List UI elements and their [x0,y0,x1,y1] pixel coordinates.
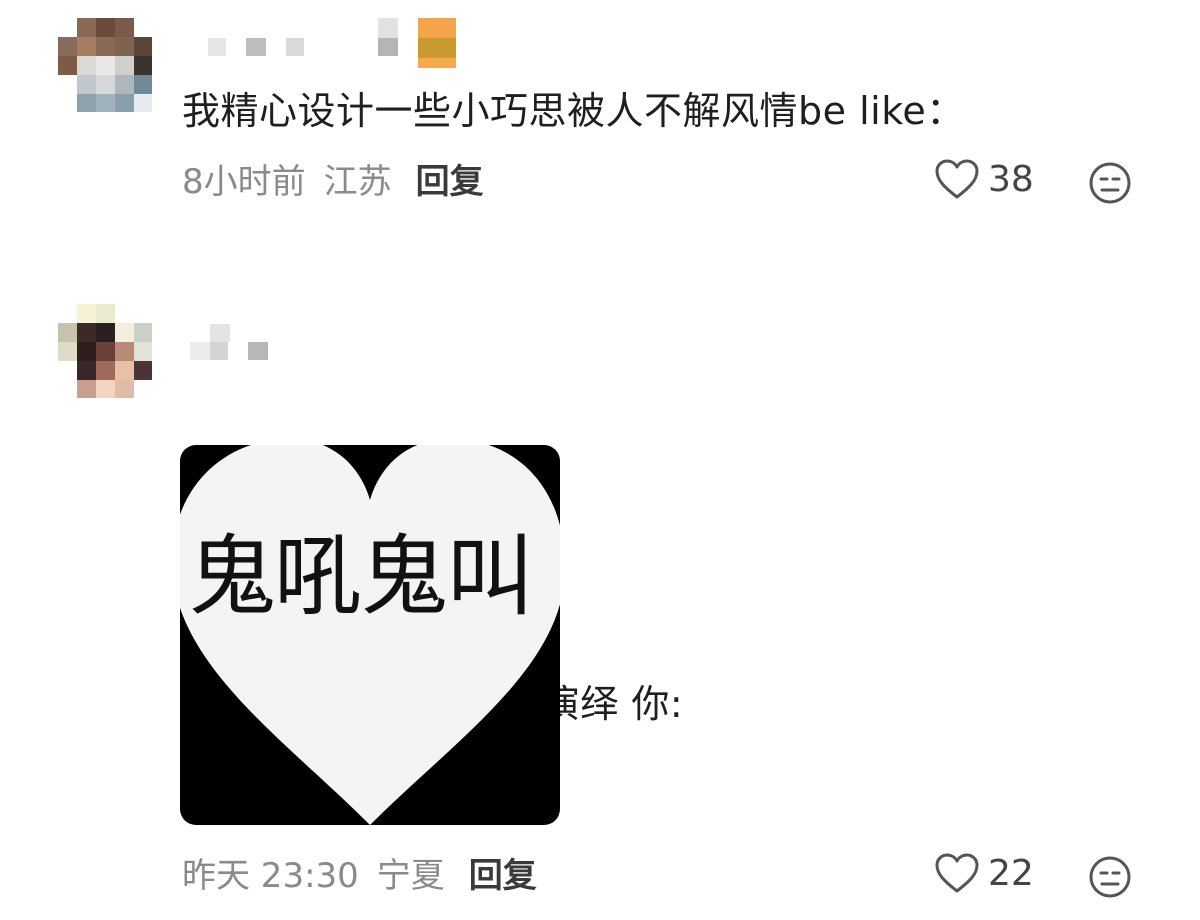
heart-outline-icon [935,853,979,893]
like-button[interactable]: 38 [934,158,1034,200]
image-caption: 鬼吼鬼叫 [188,525,534,628]
comment-location: 江苏 [323,162,392,202]
heart-shape [180,445,560,825]
username-blurred[interactable] [182,320,482,376]
avatar[interactable] [58,304,152,398]
comment-meta: 昨天 23:30 宁夏 回复 [182,854,555,898]
neutral-face-icon[interactable] [1088,855,1132,899]
comment-text: 我精心设计一些小巧思被人不解风情be like： [182,89,965,133]
comment-item: 百词斩:贴心的情景小演绎 你: 鬼吼鬼叫 昨天 23:30宁夏回复 22 [0,300,1200,920]
like-count: 38 [988,158,1034,200]
reply-button[interactable]: 回复 [469,854,537,898]
neutral-face-icon[interactable] [1088,161,1132,205]
comment-location: 宁夏 [376,856,445,896]
comment-meta: 8小时前 江苏 回复 [182,160,502,204]
avatar[interactable] [58,18,152,112]
username-blurred[interactable] [182,14,482,70]
reply-button[interactable]: 回复 [416,160,484,204]
like-button[interactable]: 22 [934,852,1034,894]
comment-image[interactable]: 鬼吼鬼叫 [180,445,560,825]
comment-item: 我精心设计一些小巧思被人不解风情be like： 8小时前 江苏 回复 38 [0,0,1200,240]
heart-outline-icon [935,159,979,199]
comment-time: 8小时前 [182,162,306,202]
like-count: 22 [988,852,1034,894]
comment-time: 昨天 23:30 [182,856,359,896]
